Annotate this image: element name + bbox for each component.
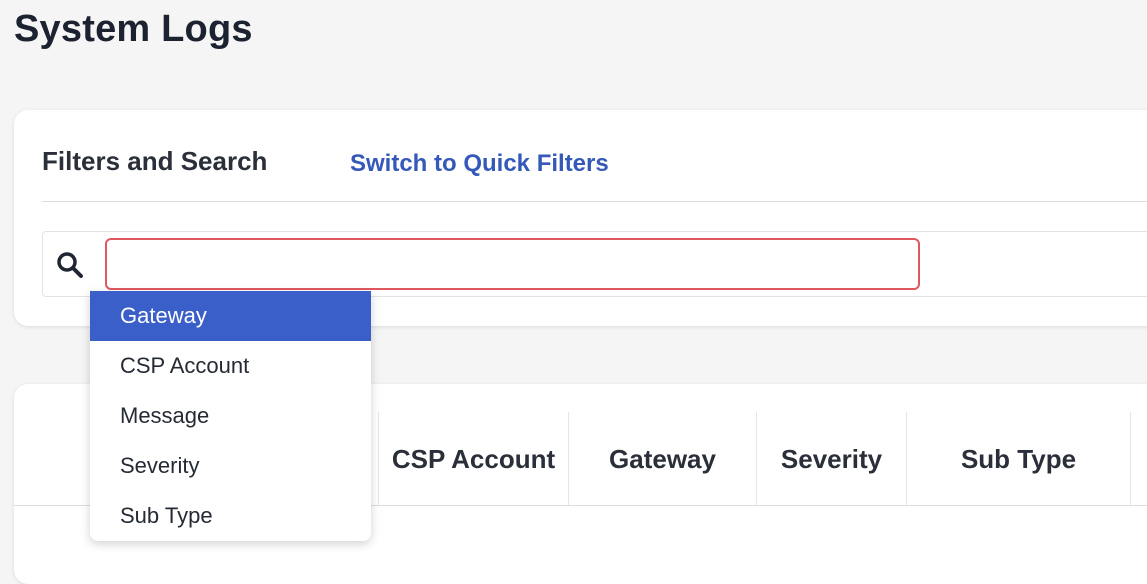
search-icon <box>55 250 85 280</box>
table-header: CSP Account Gateway Severity Sub Type <box>378 412 1147 506</box>
filters-divider <box>42 201 1147 202</box>
dropdown-option-message[interactable]: Message <box>90 391 371 441</box>
dropdown-option-gateway[interactable]: Gateway <box>90 291 371 341</box>
column-header-severity[interactable]: Severity <box>756 412 906 506</box>
filters-title: Filters and Search <box>42 146 268 176</box>
column-header-csp-account[interactable]: CSP Account <box>378 412 568 506</box>
dropdown-option-sub-type[interactable]: Sub Type <box>90 491 371 541</box>
column-header-gateway[interactable]: Gateway <box>568 412 756 506</box>
switch-to-quick-filters-link[interactable]: Switch to Quick Filters <box>350 150 609 178</box>
column-header-next <box>1130 412 1147 506</box>
page-title: System Logs <box>14 8 253 50</box>
search-bar <box>42 231 1147 297</box>
search-input[interactable] <box>105 238 920 290</box>
column-header-sub-type[interactable]: Sub Type <box>906 412 1130 506</box>
search-field-dropdown: Gateway CSP Account Message Severity Sub… <box>90 291 371 541</box>
dropdown-option-severity[interactable]: Severity <box>90 441 371 491</box>
dropdown-option-csp-account[interactable]: CSP Account <box>90 341 371 391</box>
